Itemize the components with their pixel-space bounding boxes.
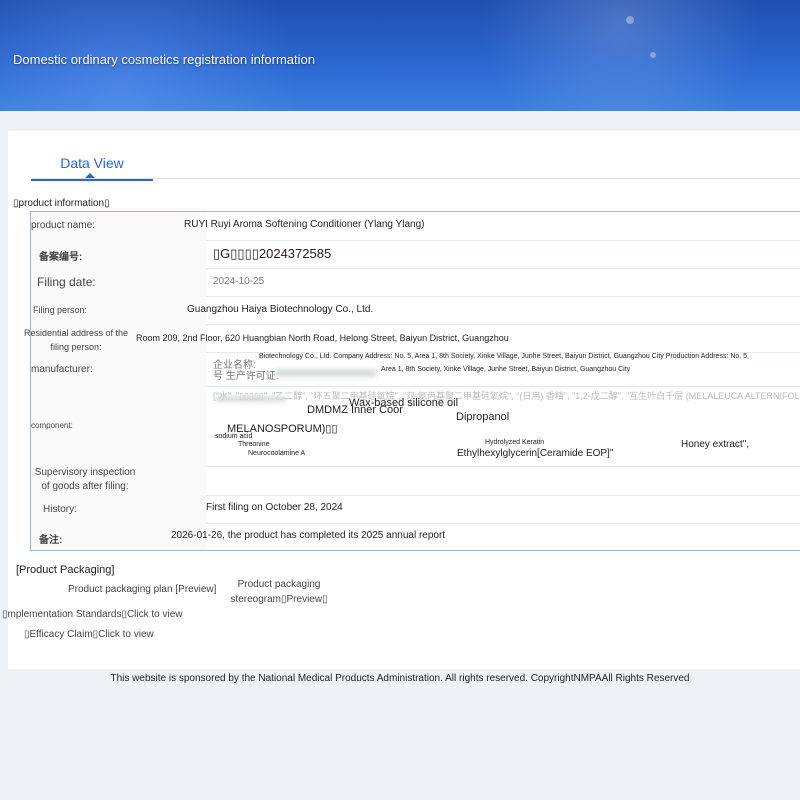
- row-record-number: 备案编号: ▯G▯▯▯▯2024372585: [31, 240, 800, 269]
- filing-date-label: Filing date:: [37, 275, 96, 289]
- product-info-table: product name: RUYI Ruyi Aroma Softening …: [24, 211, 800, 551]
- record-number-value: ▯G▯▯▯▯2024372585: [213, 246, 332, 261]
- header-banner: Domestic ordinary cosmetics registration…: [0, 0, 800, 111]
- manufacturer-label: manufacturer:: [31, 364, 93, 375]
- remark-value: 2026-01-26, the product has completed it…: [171, 530, 446, 541]
- component-overlay-3: Dipropanol: [456, 411, 510, 423]
- component-overlay-8: Honey extract",: [681, 439, 750, 450]
- filing-person-value: Guangzhou Haiya Biotechnology Co., Ltd.: [187, 304, 374, 315]
- packaging-title: [Product Packaging]: [16, 564, 115, 576]
- row-remark: 备注: 2026-01-26, the product has complete…: [31, 523, 800, 550]
- redacted-text: [276, 369, 376, 377]
- section-title-product-information: ▯product information▯: [13, 198, 110, 209]
- banner-title: Domestic ordinary cosmetics registration…: [13, 52, 315, 67]
- row-history: History: First filing on October 28, 202…: [31, 495, 800, 524]
- row-address: Residential address of the filing person…: [24, 324, 800, 353]
- component-overlay-6: Threonine: [238, 441, 270, 448]
- filing-person-label: Filing person:: [33, 305, 88, 315]
- row-filing-person: Filing person: Guangzhou Haiya Biotechno…: [31, 296, 800, 325]
- manufacturer-address-line-1: Biotechnology Co., Ltd. Company Address:…: [259, 353, 750, 360]
- filing-date-value: 2024-10-25: [213, 276, 265, 287]
- remark-label: 备注:: [39, 535, 63, 546]
- data-view-card: Data View ▯product information▯ product …: [2, 131, 800, 669]
- inspection-label: Supervisory inspection of goods after fi…: [34, 467, 136, 492]
- row-filing-date: Filing date: 2024-10-25: [31, 268, 800, 297]
- component-overlay-9: Neurocoolamine A: [248, 450, 306, 457]
- product-name-value: RUYI Ruyi Aroma Softening Conditioner (Y…: [184, 219, 425, 230]
- manufacturer-prefix-2: 号 生产许可证:: [213, 371, 279, 382]
- row-inspection: Supervisory inspection of goods after fi…: [31, 466, 800, 496]
- history-value: First filing on October 28, 2024: [206, 502, 343, 513]
- address-value: Room 209, 2nd Floor, 620 Huangbian North…: [136, 333, 509, 343]
- component-label: component:: [31, 421, 73, 430]
- tab-divider: [30, 178, 800, 179]
- row-manufacturer: manufacturer: 企业名称: 号 生产许可证: Biotechnolo…: [31, 352, 800, 387]
- redacted-text: [216, 396, 286, 402]
- implementation-standards-link[interactable]: ▯mplementation Standards▯Click to view: [2, 609, 183, 620]
- row-component: component: ["水", "▯▯▯▯▯", "乙二醇", "环五聚二甲基…: [31, 386, 800, 467]
- product-name-label: product name:: [31, 220, 95, 231]
- packaging-stereogram-preview-link[interactable]: Product packaging stereogram▯Preview▯: [230, 577, 328, 607]
- component-overlay-5: sodium acid: [215, 433, 253, 440]
- banner-decoration: [626, 16, 634, 24]
- component-overlay-7: Hydrolyzed Keratin: [485, 439, 545, 446]
- history-label: History:: [43, 504, 77, 515]
- row-product-name: product name: RUYI Ruyi Aroma Softening …: [31, 212, 800, 241]
- record-number-label: 备案编号:: [39, 252, 83, 263]
- efficacy-claim-link[interactable]: ▯Efficacy Claim▯Click to view: [24, 629, 154, 640]
- component-overlay-2: DMDMZ Inner Coor: [307, 404, 403, 416]
- packaging-plan-preview-link[interactable]: Product packaging plan [Preview]: [68, 584, 216, 595]
- component-overlay-10: Ethylhexylglycerin[Ceramide EOP]": [457, 448, 614, 459]
- address-label: Residential address of the filing person…: [23, 328, 129, 352]
- footer-copyright: This website is sponsored by the Nationa…: [110, 673, 690, 684]
- banner-decoration: [650, 52, 656, 58]
- manufacturer-address-line-2: Area 1, 8th Society, Xinke Village, Junh…: [381, 366, 631, 373]
